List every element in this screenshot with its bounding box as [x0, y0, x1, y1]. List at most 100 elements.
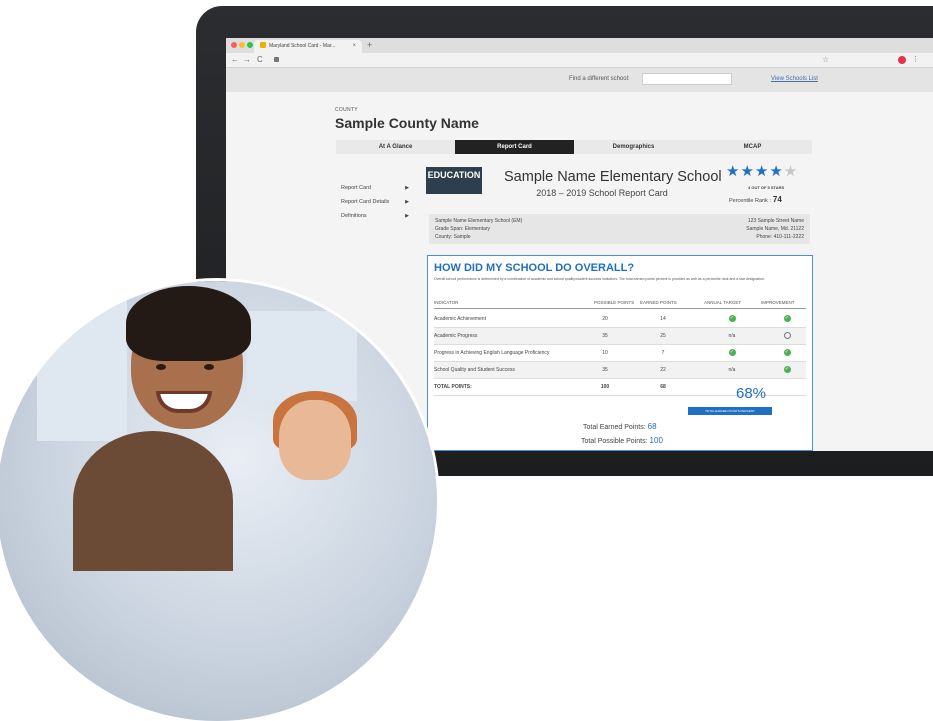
browser-tab[interactable]: Maryland School Card - Mar... × [254, 40, 362, 53]
target-cell: ✓ [722, 311, 742, 327]
possible-cell: 10 [602, 350, 608, 356]
earned-cell: 22 [660, 367, 666, 373]
tab-demographics[interactable]: Demographics [574, 140, 693, 154]
boy-hair [126, 286, 251, 361]
check-icon: ✓ [783, 349, 791, 357]
school-address-line: 123 Sample Street Name [747, 218, 804, 224]
percentile-label: Percentile Rank : [729, 198, 771, 204]
left-menu-label: Report Card [341, 185, 371, 191]
school-info-box: Sample Name Elementary School (EM) Grade… [429, 214, 810, 244]
target-cell: n/a [728, 333, 736, 339]
table-row: Progress in Achieving English Language P… [434, 345, 806, 362]
indicator-cell: Progress in Achieving English Language P… [434, 350, 550, 356]
left-menu-label: Definitions [341, 213, 367, 219]
overall-description: Overall school performance is determined… [434, 277, 765, 281]
total-label: TOTAL POINTS: [434, 384, 472, 390]
header-improvement: IMPROVEMENT [761, 300, 795, 305]
check-icon: ✓ [728, 349, 736, 357]
possible-summary-label: Total Possible Points: [581, 438, 648, 445]
left-menu-report-card-details[interactable]: Report Card Details ▶ [341, 199, 409, 205]
earned-percent: 68% [735, 385, 767, 402]
indicator-cell: School Quality and Student Success [434, 367, 515, 373]
tab-at-a-glance[interactable]: At A Glance [336, 140, 455, 154]
close-tab-icon[interactable]: × [352, 40, 356, 53]
possible-summary-value: 100 [649, 436, 663, 445]
find-school-input[interactable] [642, 73, 732, 85]
close-window-icon[interactable] [231, 42, 237, 48]
table-row: School Quality and Student Success 35 22… [434, 362, 806, 379]
reload-icon[interactable]: C [257, 54, 263, 66]
boy-body [73, 431, 233, 571]
school-info-line: Grade Span: Elementary [435, 226, 491, 232]
students-photo [0, 281, 437, 721]
back-icon[interactable]: ← [231, 54, 239, 66]
site-favicon-icon [260, 42, 266, 48]
target-cell: n/a [728, 367, 736, 373]
indicator-cell: Academic Progress [434, 333, 478, 339]
bookmark-star-icon[interactable]: ☆ [822, 54, 829, 66]
total-earned: 68 [660, 384, 666, 390]
find-school-label: Find a different school: [569, 76, 630, 82]
profile-avatar[interactable] [898, 56, 906, 64]
boy-eye [204, 364, 214, 370]
school-name: Sample Name Elementary School [504, 169, 722, 185]
county-label: COUNTY [335, 107, 358, 113]
browser-toolbar: ← → C ☆ ⋮ [226, 53, 933, 68]
possible-cell: 20 [602, 316, 608, 322]
girl-face [279, 400, 351, 480]
table-row: Academic Achievement 20 14 ✓ ✓ [434, 311, 806, 328]
logo-main-text: EDUCATION [427, 170, 481, 180]
star-filled-icon: ★★★★ [726, 163, 784, 180]
indicator-cell: Academic Achievement [434, 316, 486, 322]
check-icon: ✓ [728, 315, 736, 323]
earned-cell: 25 [660, 333, 666, 339]
possible-cell: 35 [602, 367, 608, 373]
earned-percent-button[interactable]: TOTAL EARNED POINTS PERCENT [688, 407, 772, 415]
maximize-window-icon[interactable] [247, 42, 253, 48]
circle-icon [783, 332, 791, 340]
background-window [247, 311, 357, 401]
improvement-cell: ✓ [777, 311, 797, 327]
left-menu-definitions[interactable]: Definitions ▶ [341, 213, 409, 219]
boy-eye [156, 364, 166, 370]
school-address-line: Sample Name, Md. 21122 [746, 226, 804, 232]
browser-menu-icon[interactable]: ⋮ [912, 54, 919, 66]
total-earned-summary: Total Earned Points: 68 [583, 422, 657, 431]
star-rating: ★★★★★ [726, 162, 798, 180]
earned-summary-label: Total Earned Points: [583, 424, 646, 431]
earned-summary-value: 68 [647, 422, 657, 431]
school-phone: Phone: 410-111-2222 [756, 234, 804, 240]
star-empty-icon: ★ [783, 163, 799, 180]
school-info-line: Sample Name Elementary School (EM) [435, 218, 523, 224]
new-tab-button[interactable]: + [367, 39, 372, 52]
education-logo: EDUCATION [426, 167, 482, 194]
percentile-rank: Percentile Rank :74 [729, 195, 782, 204]
improvement-cell [777, 328, 797, 344]
chevron-right-icon: ▶ [405, 213, 409, 219]
header-annual-target: ANNUAL TARGET [704, 300, 742, 305]
header-indicator: INDICATOR [434, 300, 459, 305]
tab-report-card[interactable]: Report Card [455, 140, 574, 154]
view-schools-link[interactable]: View Schools List [771, 76, 818, 82]
site-header: Find a different school: View Schools Li… [226, 68, 933, 92]
table-header-divider [434, 308, 806, 309]
overall-title: HOW DID MY SCHOOL DO OVERALL? [434, 262, 635, 274]
forward-icon[interactable]: → [243, 54, 251, 66]
chevron-right-icon: ▶ [405, 185, 409, 191]
target-cell: ✓ [722, 345, 742, 361]
minimize-window-icon[interactable] [239, 42, 245, 48]
percentile-value: 74 [772, 195, 782, 204]
earned-cell: 7 [661, 350, 665, 356]
report-nav-tabs: At A Glance Report Card Demographics MCA… [336, 140, 812, 154]
chevron-right-icon: ▶ [405, 199, 409, 205]
left-menu-report-card[interactable]: Report Card ▶ [341, 185, 409, 191]
header-possible-points: POSSIBLE POINTS [594, 300, 635, 305]
site-info-icon[interactable] [274, 57, 279, 62]
county-name: Sample County Name [335, 115, 479, 131]
table-row: Academic Progress 35 25 n/a [434, 328, 806, 345]
background-window [37, 301, 127, 441]
tab-mcap[interactable]: MCAP [693, 140, 812, 154]
tab-bar: Maryland School Card - Mar... × + [226, 38, 933, 53]
left-menu-label: Report Card Details [341, 199, 390, 205]
check-icon: ✓ [783, 315, 791, 323]
